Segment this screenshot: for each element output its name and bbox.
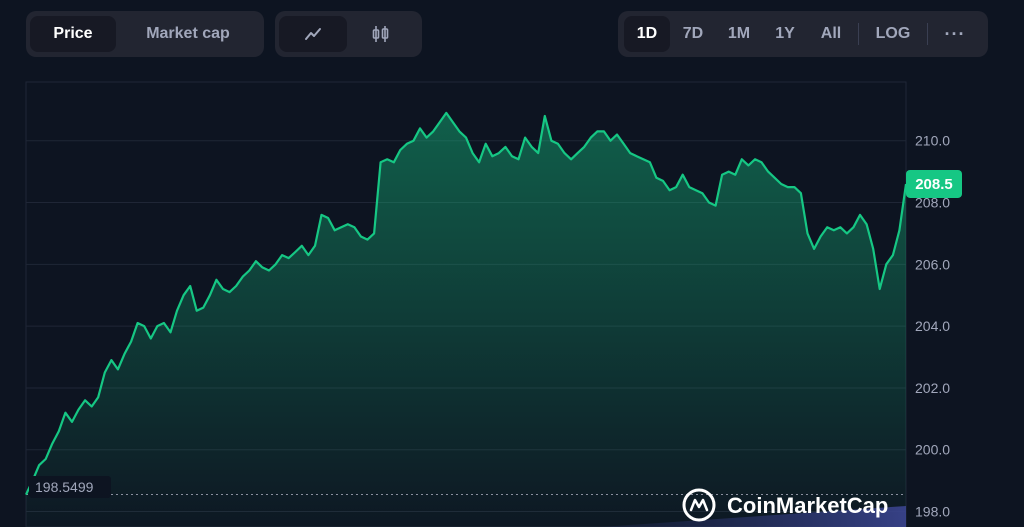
- current-price-badge: 208.5: [906, 169, 962, 198]
- price-area: [26, 112, 906, 527]
- y-tick-label: 198.0: [915, 504, 950, 520]
- open-price-text: 198.5499: [35, 479, 94, 495]
- y-tick-label: 204.0: [915, 318, 950, 334]
- open-price-label: 198.5499: [29, 476, 111, 498]
- y-tick-label: 200.0: [915, 442, 950, 458]
- y-tick-label: 202.0: [915, 380, 950, 396]
- current-price-text: 208.5: [915, 176, 953, 193]
- y-tick-label: 206.0: [915, 256, 950, 272]
- watermark-text: CoinMarketCap: [727, 493, 888, 518]
- y-tick-label: 210.0: [915, 133, 950, 149]
- price-chart[interactable]: 198.0200.0202.0204.0206.0208.0210.0 198.…: [0, 0, 1024, 527]
